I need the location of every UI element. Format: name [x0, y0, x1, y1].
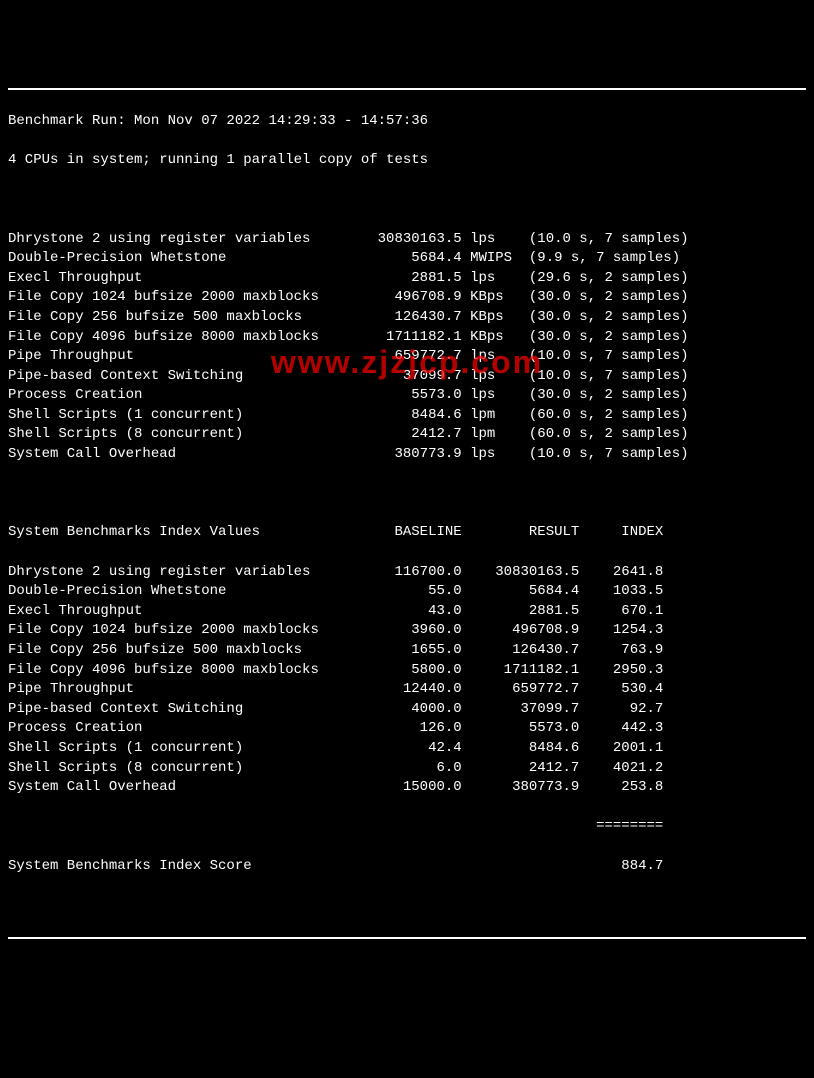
- result-row: Pipe-based Context Switching 37099.7 lps…: [8, 367, 806, 387]
- index-row: File Copy 1024 bufsize 2000 maxblocks 39…: [8, 621, 806, 641]
- results-block: Dhrystone 2 using register variables 308…: [8, 230, 806, 465]
- index-row: Execl Throughput 43.0 2881.5 670.1: [8, 602, 806, 622]
- divider-line: ========: [8, 817, 806, 837]
- index-row: Dhrystone 2 using register variables 116…: [8, 563, 806, 583]
- index-block: Dhrystone 2 using register variables 116…: [8, 563, 806, 798]
- index-row: Double-Precision Whetstone 55.0 5684.4 1…: [8, 582, 806, 602]
- index-row: File Copy 256 bufsize 500 maxblocks 1655…: [8, 641, 806, 661]
- index-header-row: System Benchmarks Index Values BASELINE …: [8, 523, 806, 543]
- blank-line: [8, 190, 806, 210]
- result-row: Dhrystone 2 using register variables 308…: [8, 230, 806, 250]
- benchmark-run-line: Benchmark Run: Mon Nov 07 2022 14:29:33 …: [8, 112, 806, 132]
- index-row: Shell Scripts (8 concurrent) 6.0 2412.7 …: [8, 759, 806, 779]
- result-row: File Copy 4096 bufsize 8000 maxblocks 17…: [8, 328, 806, 348]
- result-row: System Call Overhead 380773.9 lps (10.0 …: [8, 445, 806, 465]
- blank-line: [8, 896, 806, 916]
- result-row: Pipe Throughput 659772.7 lps (10.0 s, 7 …: [8, 347, 806, 367]
- bottom-rule: [8, 937, 806, 939]
- cpu-info-line: 4 CPUs in system; running 1 parallel cop…: [8, 151, 806, 171]
- index-row: Process Creation 126.0 5573.0 442.3: [8, 719, 806, 739]
- score-line: System Benchmarks Index Score 884.7: [8, 857, 806, 877]
- blank-line: [8, 484, 806, 504]
- index-row: Shell Scripts (1 concurrent) 42.4 8484.6…: [8, 739, 806, 759]
- index-row: Pipe Throughput 12440.0 659772.7 530.4: [8, 680, 806, 700]
- top-rule: [8, 88, 806, 90]
- index-row: File Copy 4096 bufsize 8000 maxblocks 58…: [8, 661, 806, 681]
- result-row: Process Creation 5573.0 lps (30.0 s, 2 s…: [8, 386, 806, 406]
- result-row: Execl Throughput 2881.5 lps (29.6 s, 2 s…: [8, 269, 806, 289]
- index-row: System Call Overhead 15000.0 380773.9 25…: [8, 778, 806, 798]
- result-row: File Copy 256 bufsize 500 maxblocks 1264…: [8, 308, 806, 328]
- result-row: File Copy 1024 bufsize 2000 maxblocks 49…: [8, 288, 806, 308]
- result-row: Double-Precision Whetstone 5684.4 MWIPS …: [8, 249, 806, 269]
- result-row: Shell Scripts (8 concurrent) 2412.7 lpm …: [8, 425, 806, 445]
- result-row: Shell Scripts (1 concurrent) 8484.6 lpm …: [8, 406, 806, 426]
- index-row: Pipe-based Context Switching 4000.0 3709…: [8, 700, 806, 720]
